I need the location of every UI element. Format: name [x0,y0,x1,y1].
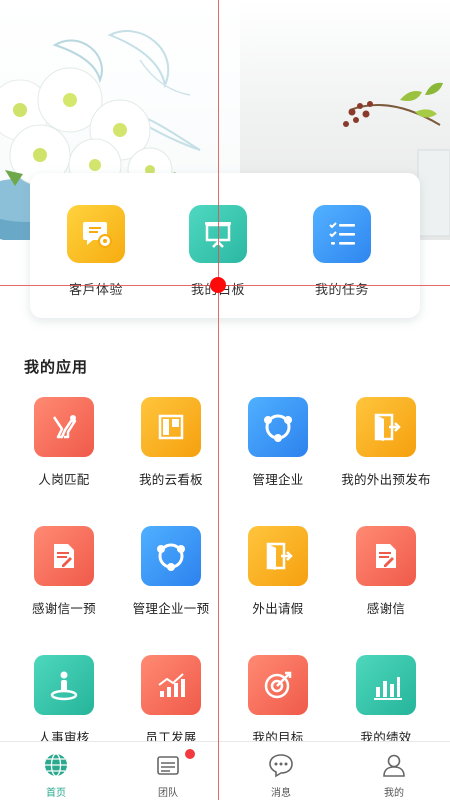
app-hr-review[interactable]: 人事审核 [8,655,120,746]
bottom-tab-bar: 首页 团队 消息 我的 [0,741,450,801]
location-person-icon [34,655,94,715]
target-icon [248,655,308,715]
app-job-matching[interactable]: 人岗匹配 [8,397,120,488]
bar-chart-icon [356,655,416,715]
letter-edit-icon [356,526,416,586]
app-manage-enterprise-pre[interactable]: 管理企业一预 [115,526,227,617]
quick-action-label: 我的任务 [314,283,369,298]
tab-messages[interactable]: 消息 [225,742,337,801]
app-thank-you-letter[interactable]: 感谢信 [330,526,442,617]
exit-door-icon [356,397,416,457]
tab-profile[interactable]: 我的 [338,742,450,801]
app-manage-enterprise[interactable]: 管理企业 [222,397,334,488]
app-label: 人岗匹配 [38,472,90,487]
task-list-icon [313,205,371,263]
tab-home[interactable]: 首页 [0,742,112,801]
app-label: 我的云看板 [138,472,203,487]
section-title-my-apps: 我的应用 [24,358,89,376]
quick-action-label: 客戶体验 [68,283,123,298]
quick-actions-card: 客戶体验 我的白板 我的任务 [30,173,420,318]
crosshair-target-dot [210,277,226,293]
person-match-icon [34,397,94,457]
tab-label: 团队 [158,788,178,799]
globe-icon [45,753,67,777]
chat-bubble-icon [269,754,293,778]
app-my-performance[interactable]: 我的绩效 [330,655,442,746]
crosshair-vertical-line [218,0,219,800]
kanban-icon [141,397,201,457]
app-employee-development[interactable]: 员工发展 [115,655,227,746]
app-outing-prerelease[interactable]: 我的外出预发布 [330,397,442,488]
tab-label: 消息 [271,788,291,799]
share-network-icon [141,526,201,586]
app-label: 外出请假 [252,601,304,616]
app-label: 感谢信一预 [31,601,96,616]
user-icon [383,754,405,777]
app-cloud-kanban[interactable]: 我的云看板 [115,397,227,488]
app-my-goals[interactable]: 我的目标 [222,655,334,746]
app-label: 管理企业 [252,472,304,487]
document-gear-icon [67,205,125,263]
growth-chart-icon [141,655,201,715]
tab-team[interactable]: 团队 [112,742,224,801]
exit-door-icon [248,526,308,586]
tab-label: 首页 [46,788,66,799]
team-card-icon [157,756,179,775]
share-network-icon [248,397,308,457]
app-label: 管理企业一预 [132,601,210,616]
app-label: 我的外出预发布 [341,472,431,487]
app-leave-request[interactable]: 外出请假 [222,526,334,617]
app-thank-you-letter-pre[interactable]: 感谢信一预 [8,526,120,617]
app-label: 感谢信 [366,601,406,616]
notification-badge [185,749,195,759]
letter-edit-icon [34,526,94,586]
tab-label: 我的 [384,788,404,799]
